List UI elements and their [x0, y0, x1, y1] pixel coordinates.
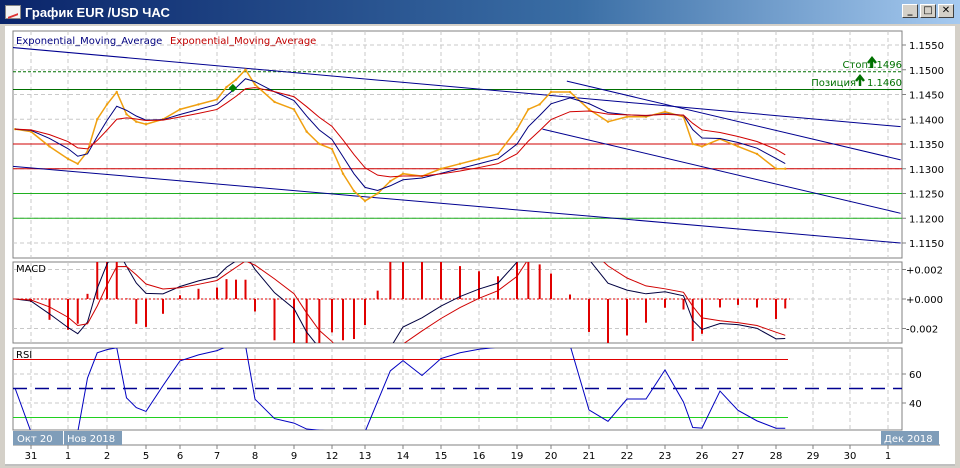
time-tick-label: 31 — [25, 451, 38, 462]
price-point — [549, 90, 553, 94]
price-point — [66, 157, 70, 161]
price-point — [76, 162, 79, 165]
price-point — [496, 152, 500, 156]
time-tick-label: 23 — [659, 451, 672, 462]
price-point — [477, 157, 481, 161]
price-point — [115, 90, 118, 94]
ema-fast-legend: Exponential_Moving_Average — [16, 36, 162, 47]
time-tick-label: 30 — [844, 451, 857, 462]
month-label-oct: Окт 20 — [17, 434, 53, 445]
price-point — [197, 103, 200, 106]
time-tick-label: 1 — [65, 451, 71, 462]
price-point — [736, 145, 740, 148]
price-tick-label: 1.1200 — [909, 214, 944, 225]
price-point — [389, 179, 392, 183]
time-tick-label: 2 — [104, 451, 110, 462]
time-tick-label: 16 — [473, 451, 486, 462]
price-point — [234, 78, 238, 81]
price-point — [700, 145, 704, 148]
macd-tick-label: +0.000 — [906, 295, 943, 306]
macd-tick-label: +0.002 — [906, 266, 943, 277]
price-point — [568, 90, 572, 94]
time-tick-label: 6 — [177, 451, 183, 462]
time-tick-label: 27 — [732, 451, 745, 462]
time-tick-label: 8 — [252, 451, 258, 462]
time-tick-label: 9 — [291, 451, 297, 462]
time-tick-label: 13 — [359, 451, 372, 462]
stop-label: Стоп — [843, 60, 868, 71]
price-point — [48, 145, 51, 148]
price-tick-label: 1.1550 — [909, 41, 944, 52]
price-point — [135, 120, 138, 123]
time-tick-label: 7 — [214, 451, 220, 462]
price-point — [178, 108, 182, 111]
price-point — [376, 192, 379, 195]
price-tick-label: 1.1250 — [909, 190, 944, 201]
time-tick-label: 22 — [621, 451, 634, 462]
time-tick-label: 15 — [435, 451, 448, 462]
position-value: 1.1460 — [867, 78, 902, 89]
price-point — [318, 142, 321, 146]
price-point — [305, 130, 308, 133]
time-tick-label: 14 — [397, 451, 410, 462]
price-point — [755, 152, 759, 156]
price-point — [105, 103, 109, 106]
price-tick-label: 1.1450 — [909, 91, 944, 102]
price-point — [625, 115, 629, 118]
price-point — [458, 162, 462, 165]
chart-area[interactable]: 31 1 2 5 6 7 8 9 12 13 14 15 16 19 20 21 22 23 26 27 28 29 30 1… — [0, 0, 960, 468]
price-tick-label: 1.1300 — [909, 165, 944, 176]
time-tick-label: 19 — [511, 451, 524, 462]
price-point — [244, 68, 247, 71]
rsi-label: RSI — [16, 350, 32, 361]
time-tick-label: 28 — [770, 451, 783, 462]
price-point — [292, 108, 296, 111]
month-label-dec: Дек 2018 — [884, 434, 933, 445]
price-point — [352, 189, 356, 193]
price-point — [439, 167, 443, 170]
time-tick-label: 29 — [807, 451, 820, 462]
price-tick-label: 1.1500 — [909, 66, 944, 77]
time-tick-label: 5 — [143, 451, 149, 462]
price-point — [401, 172, 405, 175]
price-point — [363, 199, 367, 203]
price-point — [515, 127, 519, 131]
time-tick-label: 26 — [696, 451, 709, 462]
price-tick-label: 1.1150 — [909, 239, 944, 250]
price-point — [691, 142, 694, 146]
price-point — [663, 110, 667, 114]
price-tick-label: 1.1350 — [909, 140, 944, 151]
rsi-tick-label: 60 — [909, 370, 922, 381]
price-point — [527, 108, 530, 111]
price-tick-label: 1.1400 — [909, 115, 944, 126]
ema-slow-legend: Exponential_Moving_Average — [170, 36, 316, 47]
price-point — [587, 108, 591, 111]
position-label: Позиция — [811, 78, 856, 89]
price-point — [144, 123, 148, 126]
time-tick-label: 21 — [583, 451, 596, 462]
macd-tick-label: -0.002 — [906, 325, 938, 336]
price-point — [96, 118, 99, 121]
time-tick-label: 12 — [326, 451, 339, 462]
price-point — [330, 147, 334, 151]
price-point — [253, 83, 257, 86]
macd-label: MACD — [16, 264, 46, 275]
price-point — [774, 167, 778, 170]
price-point — [784, 167, 787, 170]
price-point — [341, 172, 345, 175]
price-point — [538, 103, 541, 106]
price-point — [606, 120, 610, 123]
price-point — [273, 100, 276, 104]
time-tick-label: 1 — [885, 451, 891, 462]
time-tick-label: 20 — [545, 451, 558, 462]
month-label-nov: Нов 2018 — [67, 434, 115, 445]
price-point — [125, 113, 128, 116]
price-point — [225, 85, 228, 89]
price-point — [215, 98, 219, 101]
rsi-tick-label: 40 — [909, 399, 922, 410]
